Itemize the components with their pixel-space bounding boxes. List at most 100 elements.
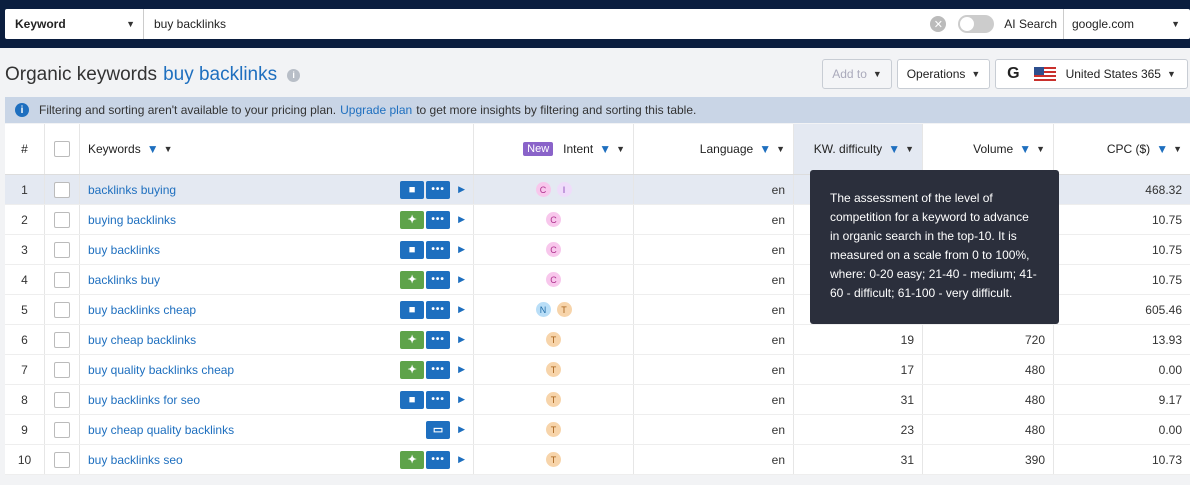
filter-icon[interactable]: ▼ — [1019, 142, 1031, 156]
sitelinks-sparkle-icon[interactable]: ✦ — [400, 450, 425, 469]
row-checkbox[interactable] — [54, 451, 70, 468]
row-select[interactable] — [45, 235, 80, 264]
keyword-link[interactable]: buy backlinks — [88, 243, 160, 257]
row-select[interactable] — [45, 355, 80, 384]
row-checkbox[interactable] — [54, 421, 70, 438]
more-serp-features-icon[interactable]: ••• — [426, 450, 451, 469]
more-serp-features-icon[interactable]: ••• — [426, 360, 451, 379]
row-select[interactable] — [45, 445, 80, 474]
intent-c-badge[interactable]: C — [546, 272, 561, 287]
video-icon[interactable]: ■ — [400, 240, 425, 259]
row-select[interactable] — [45, 325, 80, 354]
chevron-down-icon[interactable]: ▼ — [164, 144, 173, 154]
intent-i-badge[interactable]: I — [556, 182, 572, 197]
column-kw-difficulty[interactable]: KW. difficulty ▼ ▼ — [794, 124, 923, 174]
filter-icon[interactable]: ▼ — [147, 142, 159, 156]
intent-c-badge[interactable]: C — [535, 182, 551, 197]
chevron-right-icon[interactable]: ▶ — [458, 364, 465, 375]
filter-icon[interactable]: ▼ — [888, 142, 900, 156]
column-select-all[interactable] — [45, 124, 80, 174]
column-keywords[interactable]: Keywords ▼ ▼ — [80, 124, 474, 174]
video-icon[interactable]: ■ — [400, 390, 425, 409]
chevron-right-icon[interactable]: ▶ — [458, 184, 465, 195]
row-select[interactable] — [45, 385, 80, 414]
select-all-checkbox[interactable] — [54, 141, 70, 157]
keyword-link[interactable]: buy backlinks seo — [88, 453, 183, 467]
row-checkbox[interactable] — [54, 181, 70, 198]
more-serp-features-icon[interactable]: ••• — [426, 330, 451, 349]
row-select[interactable] — [45, 175, 80, 204]
search-type-select[interactable]: Keyword ▼ — [5, 9, 144, 39]
filter-icon[interactable]: ▼ — [1156, 142, 1168, 156]
row-select[interactable] — [45, 265, 80, 294]
column-intent[interactable]: New Intent ▼ ▼ — [474, 124, 634, 174]
sitelinks-sparkle-icon[interactable]: ✦ — [400, 360, 425, 379]
chevron-right-icon[interactable]: ▶ — [458, 274, 465, 285]
intent-t-badge[interactable]: T — [546, 422, 561, 437]
sitelinks-sparkle-icon[interactable]: ✦ — [400, 210, 425, 229]
clear-icon[interactable]: ✕ — [930, 16, 947, 32]
keyword-link[interactable]: buy backlinks cheap — [88, 303, 196, 317]
column-volume[interactable]: Volume ▼ ▼ — [923, 124, 1054, 174]
chevron-right-icon[interactable]: ▶ — [458, 334, 465, 345]
region-select[interactable]: G United States 365 ▼ — [995, 59, 1188, 89]
more-serp-features-icon[interactable]: ••• — [426, 300, 451, 319]
intent-t-badge[interactable]: T — [546, 332, 561, 347]
row-checkbox[interactable] — [54, 301, 70, 318]
intent-c-badge[interactable]: C — [546, 242, 561, 257]
keyword-link[interactable]: buying backlinks — [88, 213, 176, 227]
keyword-link[interactable]: buy cheap backlinks — [88, 333, 196, 347]
chevron-right-icon[interactable]: ▶ — [458, 244, 465, 255]
row-select[interactable] — [45, 205, 80, 234]
keyword-link[interactable]: backlinks buy — [88, 273, 160, 287]
sitelinks-sparkle-icon[interactable]: ✦ — [400, 330, 425, 349]
more-serp-features-icon[interactable]: ••• — [426, 180, 451, 199]
chevron-down-icon[interactable]: ▼ — [1036, 144, 1045, 154]
intent-t-badge[interactable]: T — [546, 452, 561, 467]
intent-n-badge[interactable]: N — [535, 302, 551, 317]
video-icon[interactable]: ■ — [400, 180, 425, 199]
chevron-right-icon[interactable]: ▶ — [458, 304, 465, 315]
chevron-right-icon[interactable]: ▶ — [458, 424, 465, 435]
chat-icon[interactable]: ▭ — [426, 420, 451, 439]
ai-search-toggle[interactable] — [958, 15, 995, 33]
filter-icon[interactable]: ▼ — [759, 142, 771, 156]
row-checkbox[interactable] — [54, 331, 70, 348]
info-icon[interactable]: i — [287, 68, 301, 82]
keyword-link[interactable]: buy cheap quality backlinks — [88, 423, 234, 437]
row-checkbox[interactable] — [54, 211, 70, 228]
upgrade-plan-link[interactable]: Upgrade plan — [340, 103, 412, 117]
row-checkbox[interactable] — [54, 241, 70, 258]
chevron-down-icon[interactable]: ▼ — [905, 144, 914, 154]
chevron-down-icon[interactable]: ▼ — [1173, 144, 1182, 154]
video-icon[interactable]: ■ — [400, 300, 425, 319]
intent-t-badge[interactable]: T — [556, 302, 572, 317]
chevron-right-icon[interactable]: ▶ — [458, 454, 465, 465]
row-checkbox[interactable] — [54, 271, 70, 288]
column-cpc[interactable]: CPC ($) ▼ ▼ — [1054, 124, 1190, 174]
keyword-link[interactable]: backlinks buying — [88, 183, 176, 197]
keyword-link[interactable]: buy quality backlinks cheap — [88, 363, 234, 377]
row-select[interactable] — [45, 415, 80, 444]
row-select[interactable] — [45, 295, 80, 324]
row-checkbox[interactable] — [54, 391, 70, 408]
sitelinks-sparkle-icon[interactable]: ✦ — [400, 270, 425, 289]
chevron-right-icon[interactable]: ▶ — [458, 214, 465, 225]
more-serp-features-icon[interactable]: ••• — [426, 390, 451, 409]
chevron-right-icon[interactable]: ▶ — [458, 394, 465, 405]
more-serp-features-icon[interactable]: ••• — [426, 270, 451, 289]
filter-icon[interactable]: ▼ — [599, 142, 611, 156]
database-select[interactable]: google.com ▼ — [1063, 9, 1190, 39]
intent-t-badge[interactable]: T — [546, 392, 561, 407]
add-to-button[interactable]: Add to ▼ — [822, 59, 892, 89]
more-serp-features-icon[interactable]: ••• — [426, 210, 451, 229]
chevron-down-icon[interactable]: ▼ — [616, 144, 625, 154]
column-language[interactable]: Language ▼ ▼ — [634, 124, 794, 174]
keyword-link[interactable]: buy backlinks for seo — [88, 393, 200, 407]
chevron-down-icon[interactable]: ▼ — [776, 144, 785, 154]
search-input[interactable] — [144, 9, 931, 39]
more-serp-features-icon[interactable]: ••• — [426, 240, 451, 259]
operations-button[interactable]: Operations ▼ — [897, 59, 990, 89]
row-checkbox[interactable] — [54, 361, 70, 378]
intent-t-badge[interactable]: T — [546, 362, 561, 377]
